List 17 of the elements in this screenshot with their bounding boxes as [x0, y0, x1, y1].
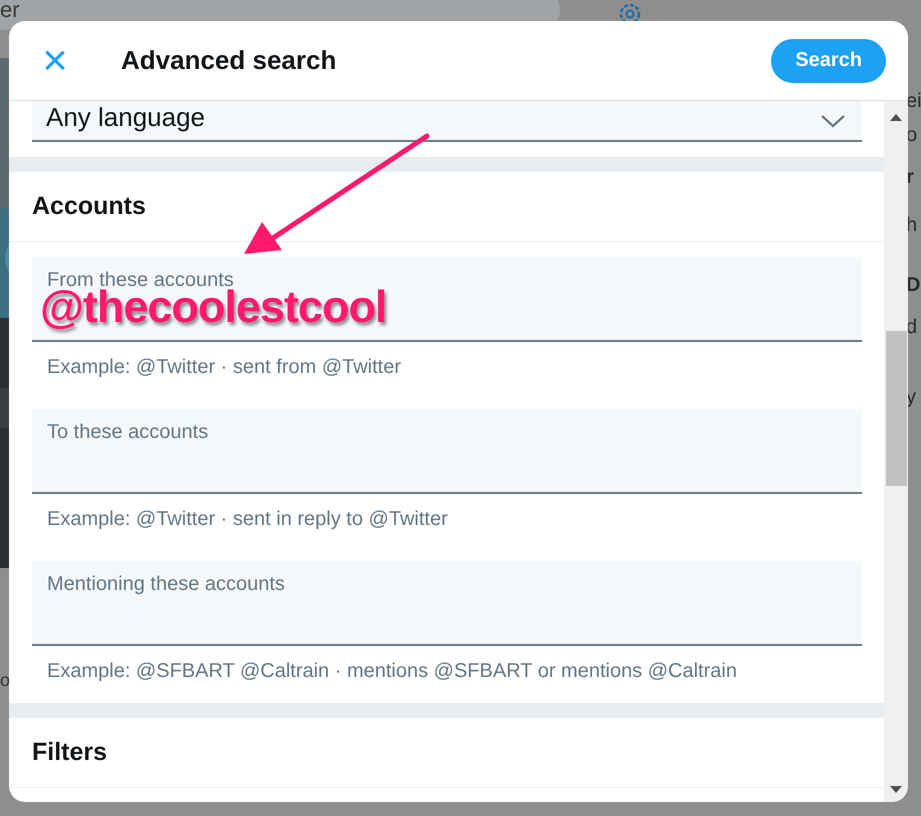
- scroll-up-icon[interactable]: [890, 113, 902, 121]
- close-button[interactable]: ×: [37, 42, 73, 78]
- language-select[interactable]: Any language: [32, 101, 862, 142]
- hint-text: Example: @Twitter · sent in reply to @Twitter: [47, 508, 449, 531]
- hint-text: Example: @Twitter · sent from @Twitter: [47, 356, 402, 379]
- scrollbar[interactable]: [884, 101, 908, 802]
- scroll-down-icon[interactable]: [890, 786, 902, 794]
- chevron-icon: [820, 114, 846, 128]
- hint-text: Example: @SFBART @Caltrain · mentions @SFBART or mentions @Caltrain: [47, 660, 738, 683]
- sidebar-text: o: [0, 670, 10, 691]
- search-button[interactable]: Search: [771, 38, 886, 82]
- scrollbar-thumb[interactable]: [886, 331, 906, 486]
- dialog-title: Advanced search: [121, 45, 338, 76]
- search-text: er: [0, 0, 20, 23]
- input-field[interactable]: To these accounts: [32, 409, 862, 494]
- input-field[interactable]: Mentioning these accounts: [32, 561, 862, 646]
- section-heading: Filters: [9, 718, 884, 788]
